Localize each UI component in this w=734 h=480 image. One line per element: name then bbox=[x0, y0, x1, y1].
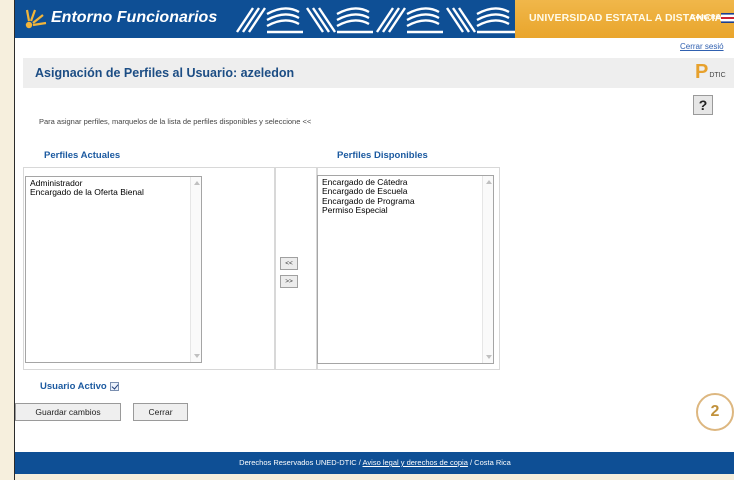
waves-decoration-icon bbox=[236, 7, 517, 34]
logout-link[interactable]: Cerrar sesió bbox=[680, 42, 724, 51]
site-header: Entorno Funcionarios UNIVERSIDAD ESTATAL… bbox=[15, 0, 734, 38]
scroll-down-icon[interactable] bbox=[194, 354, 200, 358]
site-footer: Derechos Reservados UNED-DTIC / Aviso le… bbox=[15, 452, 734, 474]
active-user-label: Usuario Activo bbox=[40, 381, 107, 392]
current-profiles-listbox[interactable]: Administrador Encargado de la Oferta Bie… bbox=[25, 176, 202, 363]
available-profiles-listbox[interactable]: Encargado de Cátedra Encargado de Escuel… bbox=[317, 175, 494, 364]
active-user-checkbox[interactable] bbox=[109, 382, 119, 391]
instruction-text: Para asignar perfiles, marquelos de la l… bbox=[39, 117, 312, 126]
university-country: Costa Rica bbox=[691, 14, 725, 21]
active-user-row: Usuario Activo bbox=[40, 381, 119, 392]
bottom-strip bbox=[15, 474, 734, 480]
scroll-up-icon[interactable] bbox=[486, 180, 492, 184]
footer-rights: Derechos Reservados UNED-DTIC / bbox=[239, 458, 361, 467]
step-number-badge: 2 bbox=[696, 393, 734, 431]
dtic-logo-text: DTIC bbox=[709, 72, 726, 79]
dtic-logo: P DTIC bbox=[695, 62, 726, 82]
scrollbar[interactable] bbox=[190, 177, 201, 362]
legal-notice-link[interactable]: Aviso legal y derechos de copia bbox=[363, 458, 468, 467]
scroll-up-icon[interactable] bbox=[194, 181, 200, 185]
browser-window: Entorno Funcionarios UNIVERSIDAD ESTATAL… bbox=[14, 0, 734, 480]
available-profiles-heading: Perfiles Disponibles bbox=[337, 150, 428, 161]
current-profiles-heading: Perfiles Actuales bbox=[44, 150, 121, 161]
close-button[interactable]: Cerrar bbox=[133, 403, 188, 421]
scrollbar[interactable] bbox=[482, 176, 493, 363]
page-title-bar: Asignación de Perfiles al Usuario: azele… bbox=[23, 58, 734, 88]
page-title: Asignación de Perfiles al Usuario: azele… bbox=[35, 66, 295, 80]
costa-rica-flag-icon bbox=[721, 13, 734, 23]
sun-logo-icon bbox=[25, 9, 47, 29]
list-item[interactable]: Encargado de la Oferta Bienal bbox=[26, 187, 189, 197]
add-profile-button[interactable]: << bbox=[280, 257, 298, 270]
dtic-logo-icon: P bbox=[695, 61, 709, 83]
list-item[interactable]: Permiso Especial bbox=[318, 205, 481, 215]
remove-profile-button[interactable]: >> bbox=[280, 275, 298, 288]
footer-country: / Costa Rica bbox=[469, 458, 511, 467]
scroll-down-icon[interactable] bbox=[486, 355, 492, 359]
help-button[interactable]: ? bbox=[693, 95, 713, 115]
portal-title: Entorno Funcionarios bbox=[51, 9, 218, 26]
university-banner: UNIVERSIDAD ESTATAL A DISTANCIA Costa Ri… bbox=[515, 0, 734, 38]
save-changes-button[interactable]: Guardar cambios bbox=[15, 403, 121, 421]
